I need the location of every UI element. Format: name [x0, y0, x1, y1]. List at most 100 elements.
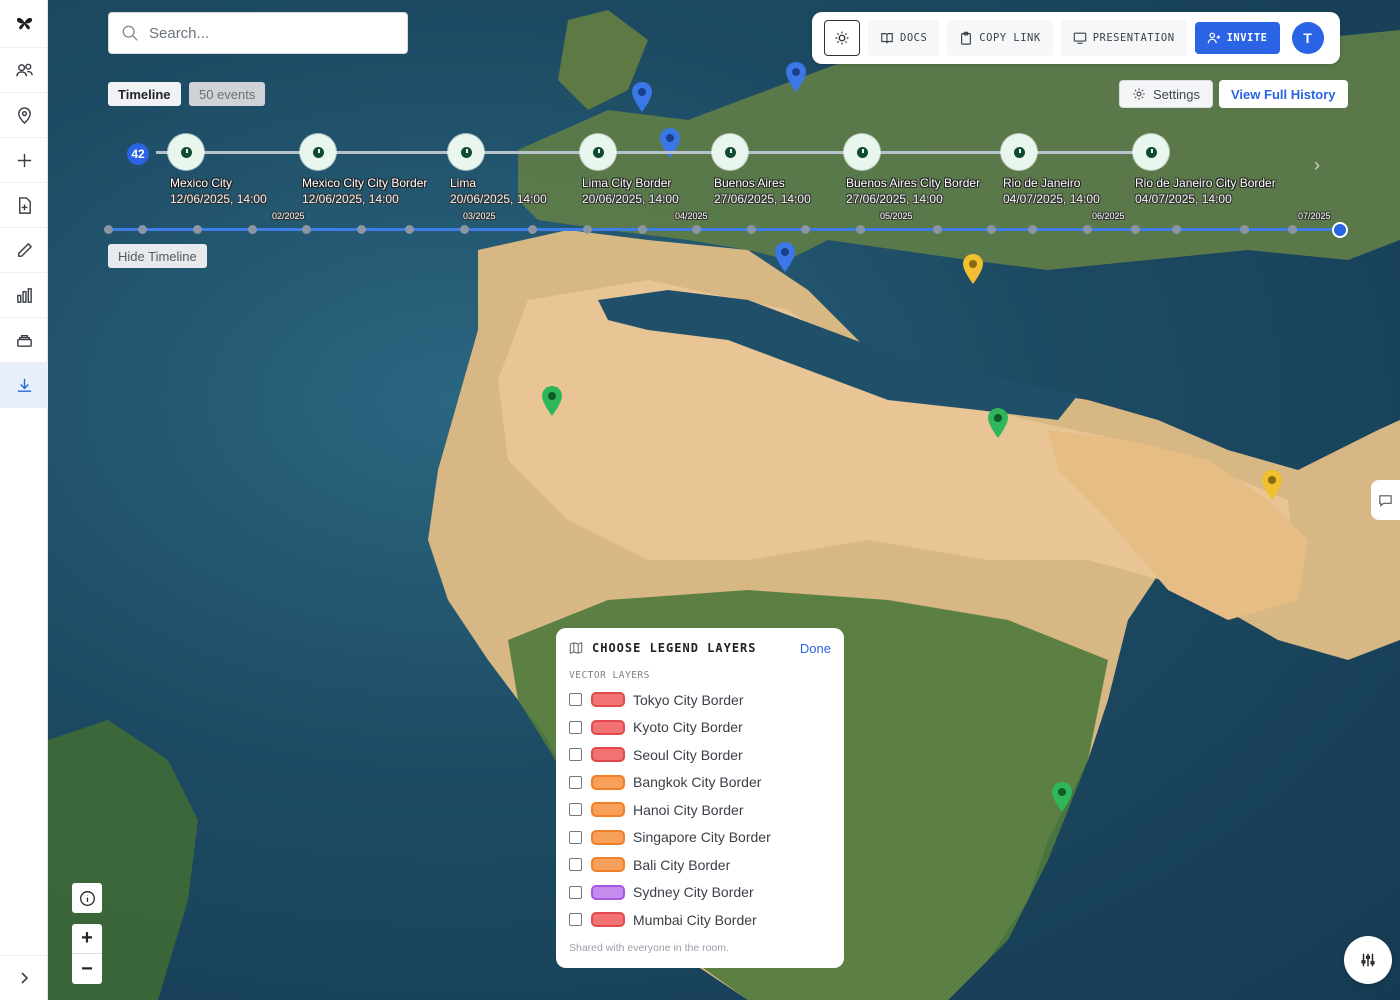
map-pin-green[interactable] [988, 408, 1008, 438]
timeline-tick[interactable] [583, 225, 592, 234]
map-info-button[interactable] [72, 883, 102, 913]
zoom-in-button[interactable]: + [72, 924, 102, 954]
timeline-tick[interactable] [801, 225, 810, 234]
layer-checkbox[interactable] [569, 830, 582, 844]
app-logo[interactable] [0, 0, 48, 48]
timeline-tick[interactable] [1028, 225, 1037, 234]
timeline-event-node[interactable] [580, 134, 616, 170]
legend-layer-row[interactable]: Sydney City Border [569, 879, 831, 907]
presentation-button[interactable]: PRESENTATION [1060, 20, 1187, 56]
legend-layer-row[interactable]: Bali City Border [569, 851, 831, 879]
timeline-tick[interactable] [248, 225, 257, 234]
clock-icon [592, 146, 604, 158]
map-pin-blue[interactable] [775, 242, 795, 272]
timeline-tick[interactable] [638, 225, 647, 234]
timeline-tick[interactable] [747, 225, 756, 234]
sidebar-item-add-document[interactable] [0, 183, 48, 228]
timeline-tick[interactable] [1288, 225, 1297, 234]
land-europe [518, 30, 1400, 270]
timeline-event-title: Lima [450, 176, 477, 190]
layer-checkbox[interactable] [569, 803, 582, 817]
timeline-tick[interactable] [933, 225, 942, 234]
copy-link-button[interactable]: COPY LINK [947, 20, 1053, 56]
legend-layer-row[interactable]: Seoul City Border [569, 741, 831, 769]
layer-checkbox[interactable] [569, 913, 582, 927]
layer-checkbox[interactable] [569, 720, 582, 734]
search-input[interactable] [149, 24, 389, 42]
layer-checkbox[interactable] [569, 885, 582, 899]
sidebar-item-charts[interactable] [0, 273, 48, 318]
layer-checkbox[interactable] [569, 775, 582, 789]
layer-checkbox[interactable] [569, 748, 582, 762]
map-pin-blue[interactable] [786, 62, 806, 92]
timeline-tick[interactable] [1172, 225, 1181, 234]
user-avatar[interactable]: T [1291, 22, 1324, 54]
timeline-tick[interactable] [987, 225, 996, 234]
legend-layer-row[interactable]: Kyoto City Border [569, 714, 831, 742]
view-full-history-button[interactable]: View Full History [1219, 80, 1348, 108]
timeline-event-node[interactable] [168, 134, 204, 170]
timeline-tick[interactable] [1240, 225, 1249, 234]
file-plus-icon [18, 196, 31, 214]
layer-label: Tokyo City Border [633, 691, 744, 708]
timeline-scrubber-track[interactable] [108, 228, 1340, 231]
timeline-month-label: 07/2025 [1298, 211, 1331, 221]
timeline-cluster-count[interactable]: 42 [127, 143, 149, 165]
timeline-tick[interactable] [528, 225, 537, 234]
comments-tab[interactable] [1371, 480, 1400, 520]
map-pin-yellow[interactable] [1262, 470, 1282, 500]
sidebar-item-add[interactable] [0, 138, 48, 183]
timeline-tick[interactable] [1083, 225, 1092, 234]
map-pin-yellow[interactable] [963, 254, 983, 284]
legend-layer-row[interactable]: Tokyo City Border [569, 686, 831, 714]
sidebar-expand-button[interactable] [0, 955, 48, 1000]
timeline-event-node[interactable] [712, 134, 748, 170]
search-box[interactable] [108, 12, 408, 54]
timeline-event-node[interactable] [448, 134, 484, 170]
sidebar-item-locations[interactable] [0, 93, 48, 138]
timeline-tick[interactable] [1131, 225, 1140, 234]
docs-button[interactable]: DOCS [868, 20, 940, 56]
layer-checkbox[interactable] [569, 858, 582, 872]
timeline-month-label: 03/2025 [463, 211, 496, 221]
sidebar-item-download[interactable] [0, 363, 48, 408]
map-pin-green[interactable] [1052, 782, 1072, 812]
timeline-tick[interactable] [405, 225, 414, 234]
layer-checkbox[interactable] [569, 693, 582, 707]
map-filter-button[interactable] [1344, 936, 1392, 984]
timeline-event-node[interactable] [300, 134, 336, 170]
hide-timeline-button[interactable]: Hide Timeline [108, 244, 207, 268]
book-icon [881, 33, 893, 44]
sliders-icon [1361, 953, 1375, 967]
sidebar-item-draw[interactable] [0, 228, 48, 273]
map-pin-blue[interactable] [632, 82, 652, 112]
timeline-tab[interactable]: Timeline [108, 82, 181, 106]
timeline-tick[interactable] [692, 225, 701, 234]
timeline-event-node[interactable] [844, 134, 880, 170]
timeline-tick[interactable] [138, 225, 147, 234]
legend-done-button[interactable]: Done [800, 641, 831, 656]
theme-toggle-button[interactable] [824, 20, 860, 56]
timeline-event-node[interactable] [1133, 134, 1169, 170]
butterfly-logo-icon [16, 17, 32, 30]
timeline-scrubber-handle[interactable] [1332, 222, 1348, 238]
zoom-out-button[interactable]: − [72, 954, 102, 984]
invite-button[interactable]: INVITE [1194, 22, 1280, 54]
legend-layer-row[interactable]: Mumbai City Border [569, 906, 831, 934]
timeline-tick[interactable] [460, 225, 469, 234]
timeline-event-node[interactable] [1001, 134, 1037, 170]
timeline-tick[interactable] [193, 225, 202, 234]
timeline-settings-button[interactable]: Settings [1119, 80, 1213, 108]
map-pin-green[interactable] [542, 386, 562, 416]
sidebar-item-users[interactable] [0, 48, 48, 93]
legend-layer-row[interactable]: Singapore City Border [569, 824, 831, 852]
sidebar-item-layers[interactable] [0, 318, 48, 363]
clock-icon [724, 146, 736, 158]
timeline-tick[interactable] [357, 225, 366, 234]
legend-layer-row[interactable]: Bangkok City Border [569, 769, 831, 797]
timeline-tick[interactable] [302, 225, 311, 234]
timeline-next-icon[interactable]: › [1314, 155, 1320, 176]
timeline-tick[interactable] [104, 225, 113, 234]
legend-layer-row[interactable]: Hanoi City Border [569, 796, 831, 824]
timeline-tick[interactable] [856, 225, 865, 234]
